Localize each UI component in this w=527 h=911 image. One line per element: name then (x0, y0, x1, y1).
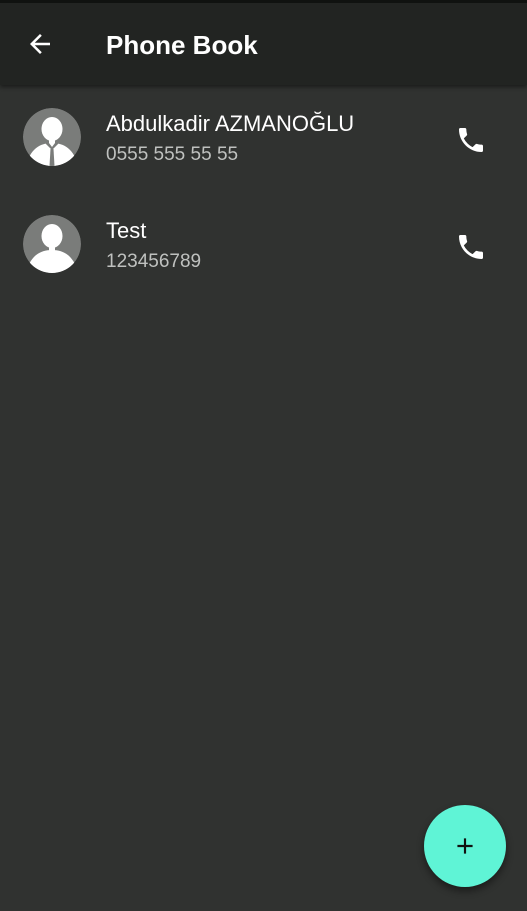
phone-book-screen: Phone Book Abdulkadir AZMANOĞLU 0555 555… (0, 0, 527, 911)
plus-icon (457, 838, 473, 854)
phone-icon (459, 128, 483, 152)
call-button[interactable] (444, 220, 498, 274)
back-button[interactable] (12, 16, 68, 72)
contact-name: Abdulkadir AZMANOĞLU (106, 111, 355, 136)
page-title: Phone Book (106, 30, 258, 60)
arrow-left-icon (30, 34, 50, 54)
phone-icon (459, 235, 483, 259)
person-avatar-icon (23, 108, 81, 166)
contact-list-item[interactable]: Abdulkadir AZMANOĞLU 0555 555 55 55 (0, 85, 527, 192)
app-toolbar: Phone Book (0, 3, 527, 85)
call-button[interactable] (444, 113, 498, 167)
contact-phone: 123456789 (106, 251, 202, 272)
contact-list-item[interactable]: Test 123456789 (0, 192, 527, 299)
contact-list: Abdulkadir AZMANOĞLU 0555 555 55 55 Test… (0, 85, 527, 299)
contact-phone: 0555 555 55 55 (106, 144, 239, 165)
add-contact-button[interactable] (424, 805, 506, 887)
person-avatar-icon (23, 215, 81, 273)
contact-name: Test (106, 218, 147, 243)
